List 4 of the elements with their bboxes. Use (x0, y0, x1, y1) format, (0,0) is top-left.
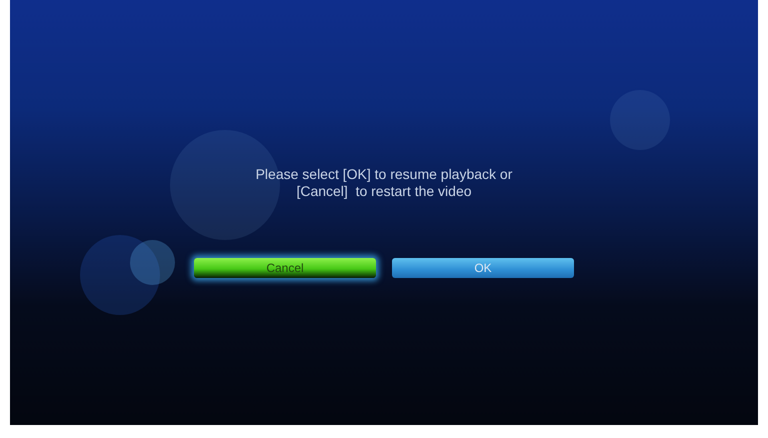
dialog-message: [Cancel] to restart the video (295, 183, 473, 200)
dialog-button[interactable]: Cancel (194, 258, 376, 278)
dialog-button[interactable]: OK (392, 258, 574, 278)
dialog-message: Please select [OK] to resume playback or (256, 166, 512, 183)
